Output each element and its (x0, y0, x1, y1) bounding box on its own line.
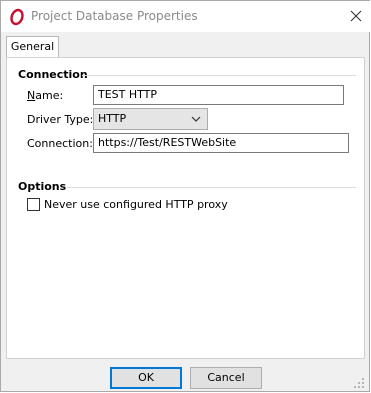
dialog-window: Project Database Properties General Conn… (0, 0, 370, 392)
app-logo-icon (10, 8, 24, 26)
name-label: Name: (27, 89, 63, 102)
driver-type-select[interactable]: HTTP (93, 108, 208, 130)
connection-label: Connection: (27, 137, 93, 150)
proxy-checkbox[interactable] (27, 198, 40, 211)
connection-divider (82, 75, 356, 76)
general-tab-panel: Connection Name: TEST HTTP Driver Type: … (6, 57, 365, 359)
close-icon[interactable] (347, 7, 365, 25)
driver-type-label: Driver Type: (27, 113, 94, 126)
name-label-text: ame: (35, 89, 64, 102)
ok-button[interactable]: OK (110, 367, 182, 389)
title-bar: Project Database Properties (1, 1, 370, 32)
tab-strip: General (1, 34, 370, 58)
name-label-accelerator: N (27, 89, 36, 102)
window-title: Project Database Properties (31, 9, 198, 23)
options-divider (67, 187, 356, 188)
name-input[interactable]: TEST HTTP (93, 85, 344, 105)
connection-input[interactable]: https://Test/RESTWebSite (93, 133, 349, 153)
proxy-checkbox-label[interactable]: Never use configured HTTP proxy (44, 198, 228, 211)
connection-section-title: Connection (18, 68, 88, 81)
resize-grip-icon[interactable] (350, 374, 366, 390)
cancel-button[interactable]: Cancel (190, 367, 262, 389)
options-section-title: Options (18, 180, 67, 193)
chevron-down-icon (191, 116, 201, 122)
driver-type-value: HTTP (98, 112, 127, 125)
tab-general[interactable]: General (6, 36, 59, 58)
